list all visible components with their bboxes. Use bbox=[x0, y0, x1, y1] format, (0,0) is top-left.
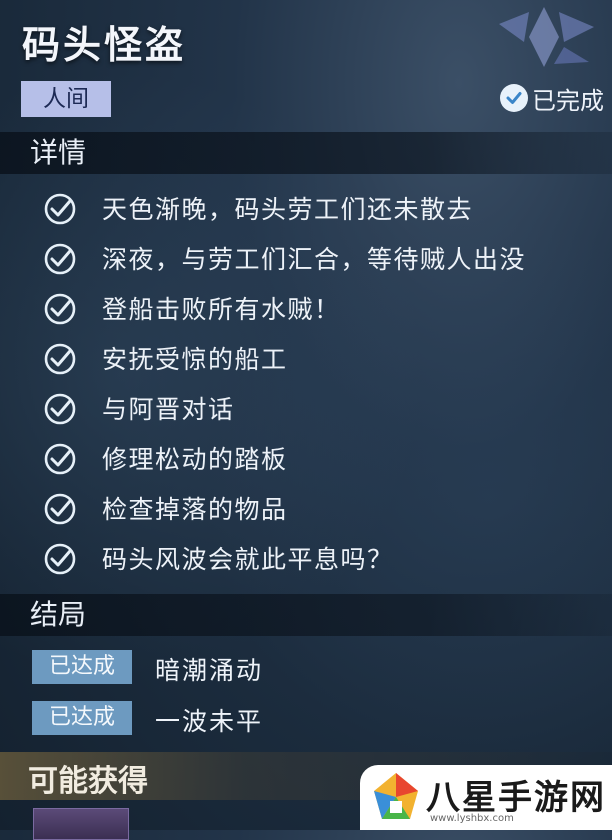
task-text: 检查掉落的物品 bbox=[102, 495, 288, 524]
task-text: 码头风波会就此平息吗？ bbox=[102, 545, 394, 574]
watermark-brand: 八星手游网 bbox=[426, 778, 606, 818]
checkmark-circle-icon bbox=[44, 343, 76, 375]
checkmark-circle-icon bbox=[44, 543, 76, 575]
realm-tag: 人间 bbox=[21, 81, 111, 117]
task-item: 码头风波会就此平息吗？ bbox=[0, 533, 612, 583]
ending-achieved-badge: 已达成 bbox=[32, 650, 132, 684]
endings-header-bar bbox=[0, 594, 612, 636]
ending-item: 已达成 暗潮涌动 bbox=[0, 650, 612, 690]
task-text: 修理松动的踏板 bbox=[102, 445, 288, 474]
ending-item: 已达成 一波未平 bbox=[0, 701, 612, 741]
rewards-heading: 可能获得 bbox=[28, 764, 148, 799]
task-item: 修理松动的踏板 bbox=[0, 433, 612, 483]
details-header-bar bbox=[0, 132, 612, 174]
checkmark-circle-icon bbox=[44, 443, 76, 475]
checkmark-circle-icon bbox=[44, 393, 76, 425]
ending-text: 一波未平 bbox=[155, 707, 264, 736]
ending-text: 暗潮涌动 bbox=[155, 656, 264, 685]
task-item: 天色渐晚，码头劳工们还未散去 bbox=[0, 183, 612, 233]
watermark-logo-icon bbox=[374, 773, 418, 819]
endings-heading: 结局 bbox=[30, 598, 87, 631]
ending-achieved-badge: 已达成 bbox=[32, 701, 132, 735]
task-item: 深夜，与劳工们汇合，等待贼人出没 bbox=[0, 233, 612, 283]
task-item: 与阿晋对话 bbox=[0, 383, 612, 433]
crystal-emblem-icon bbox=[499, 7, 594, 67]
checkmark-circle-icon bbox=[44, 193, 76, 225]
task-item: 安抚受惊的船工 bbox=[0, 333, 612, 383]
task-text: 安抚受惊的船工 bbox=[102, 345, 288, 374]
task-item: 检查掉落的物品 bbox=[0, 483, 612, 533]
status-label: 已完成 bbox=[532, 86, 604, 115]
task-item: 登船击败所有水贼！ bbox=[0, 283, 612, 333]
watermark-url: www.lyshbx.com bbox=[430, 813, 514, 824]
task-text: 天色渐晚，码头劳工们还未散去 bbox=[102, 195, 474, 224]
task-text: 登船击败所有水贼！ bbox=[102, 295, 341, 324]
check-badge-icon bbox=[500, 84, 528, 112]
checkmark-circle-icon bbox=[44, 293, 76, 325]
quest-title: 码头怪盗 bbox=[22, 22, 187, 67]
details-heading: 详情 bbox=[30, 136, 87, 169]
checkmark-circle-icon bbox=[44, 493, 76, 525]
site-watermark: 八星手游网 www.lyshbx.com bbox=[360, 765, 612, 830]
task-text: 与阿晋对话 bbox=[102, 395, 235, 424]
reward-item-slot[interactable] bbox=[33, 808, 129, 840]
checkmark-circle-icon bbox=[44, 243, 76, 275]
task-text: 深夜，与劳工们汇合，等待贼人出没 bbox=[102, 245, 527, 274]
quest-status: 已完成 bbox=[500, 82, 604, 115]
